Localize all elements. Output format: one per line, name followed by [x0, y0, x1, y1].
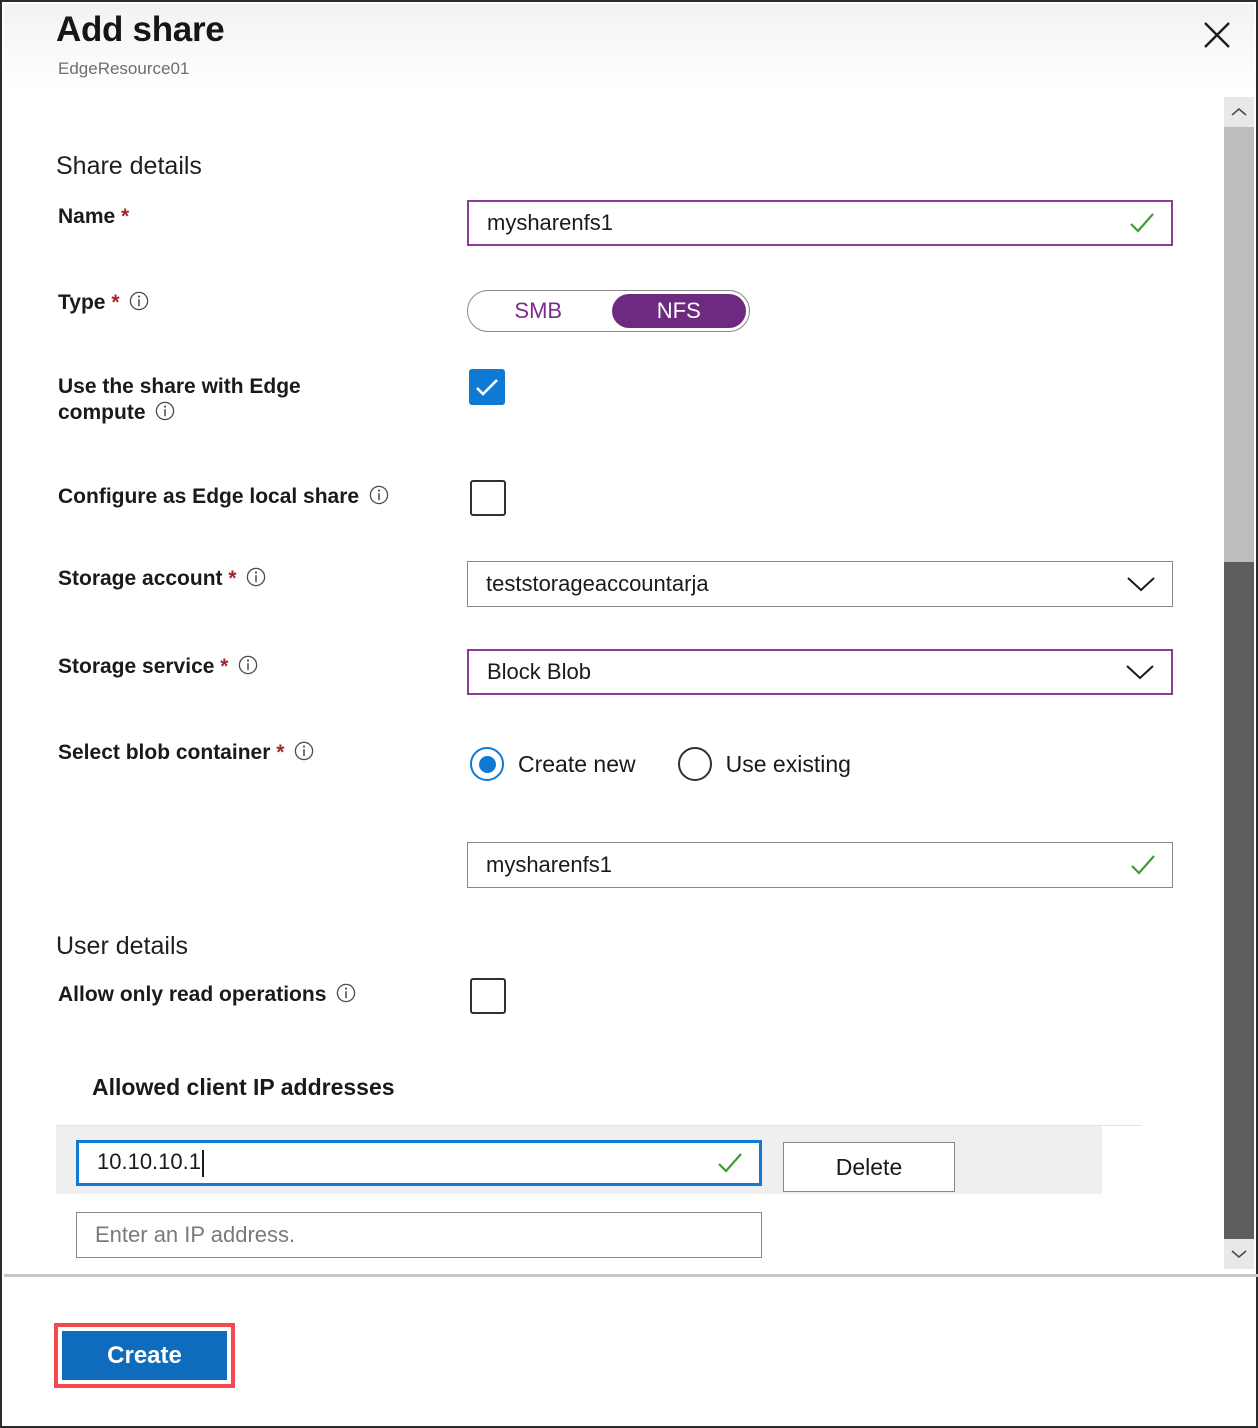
delete-ip-button[interactable]: Delete: [783, 1142, 955, 1192]
vertical-scrollbar[interactable]: [1224, 97, 1254, 1269]
radio-create-new[interactable]: [470, 747, 504, 781]
label-storage-service-text: Storage service: [58, 655, 214, 678]
chevron-down-icon: [1125, 663, 1155, 681]
label-type: Type *: [58, 290, 149, 316]
storage-account-value: teststorageaccountarja: [486, 571, 1126, 597]
label-blob-container-text: Select blob container: [58, 741, 270, 764]
storage-account-dropdown[interactable]: teststorageaccountarja: [467, 561, 1173, 607]
text-caret: [202, 1150, 204, 1177]
info-icon[interactable]: [155, 401, 175, 421]
chevron-down-icon: [1126, 575, 1156, 593]
radio-use-existing-label[interactable]: Use existing: [726, 751, 851, 778]
blob-container-name-value: mysharenfs1: [486, 852, 1130, 878]
edge-local-share-checkbox[interactable]: [470, 480, 506, 516]
type-option-nfs[interactable]: NFS: [612, 294, 747, 328]
ip-section-heading: Allowed client IP addresses: [92, 1074, 395, 1101]
label-type-text: Type: [58, 291, 105, 314]
label-storage-service: Storage service *: [58, 654, 258, 680]
ip-address-value: 10.10.10.1: [97, 1149, 717, 1177]
resource-subtitle: EdgeResource01: [58, 59, 189, 79]
label-read-only-text: Allow only read operations: [58, 983, 326, 1006]
ip-address-input[interactable]: 10.10.10.1: [76, 1140, 762, 1186]
create-button-highlight: Create: [54, 1323, 235, 1388]
share-type-toggle[interactable]: SMB NFS: [467, 290, 750, 332]
info-icon[interactable]: [246, 567, 266, 587]
scroll-up-icon[interactable]: [1224, 97, 1254, 127]
type-option-smb[interactable]: SMB: [471, 294, 606, 328]
label-name: Name *: [58, 204, 129, 230]
new-ip-address-placeholder: Enter an IP address.: [95, 1222, 751, 1248]
required-marker: *: [220, 655, 228, 678]
radio-create-new-label[interactable]: Create new: [518, 751, 636, 778]
scrollbar-thumb[interactable]: [1224, 562, 1254, 1239]
share-name-input[interactable]: mysharenfs1: [467, 200, 1173, 246]
required-marker: *: [228, 567, 236, 590]
scrollbar-track[interactable]: [1224, 127, 1254, 1239]
close-icon[interactable]: [1194, 12, 1240, 58]
label-storage-account: Storage account *: [58, 566, 266, 592]
label-storage-account-text: Storage account: [58, 567, 223, 590]
label-edge-compute-line1: Use the share with Edge: [58, 375, 301, 398]
ip-address-text: 10.10.10.1: [97, 1149, 201, 1174]
required-marker: *: [111, 291, 119, 314]
add-share-dialog: Add share EdgeResource01 Share details: [0, 0, 1258, 1428]
radio-use-existing[interactable]: [678, 747, 712, 781]
info-icon[interactable]: [294, 741, 314, 761]
required-marker: *: [121, 205, 129, 228]
section-share-details: Share details: [56, 152, 202, 181]
valid-check-icon: [717, 1152, 743, 1174]
page-title: Add share: [56, 10, 224, 50]
info-icon[interactable]: [369, 485, 389, 505]
valid-check-icon: [1130, 854, 1156, 876]
label-edge-compute-line2: compute: [58, 401, 146, 424]
label-edge-compute: Use the share with Edge compute: [58, 374, 438, 427]
scroll-down-icon[interactable]: [1224, 1239, 1254, 1269]
label-blob-container: Select blob container *: [58, 740, 314, 766]
share-name-value: mysharenfs1: [487, 210, 1129, 236]
new-ip-address-input[interactable]: Enter an IP address.: [76, 1212, 762, 1258]
dialog-header: Add share EdgeResource01: [4, 4, 1254, 92]
storage-service-dropdown[interactable]: Block Blob: [467, 649, 1173, 695]
label-edge-local-share: Configure as Edge local share: [58, 484, 389, 510]
read-only-checkbox[interactable]: [470, 978, 506, 1014]
info-icon[interactable]: [238, 655, 258, 675]
blob-container-name-input[interactable]: mysharenfs1: [467, 842, 1173, 888]
storage-service-value: Block Blob: [487, 659, 1125, 685]
label-edge-local-share-text: Configure as Edge local share: [58, 485, 359, 508]
info-icon[interactable]: [336, 983, 356, 1003]
create-button[interactable]: Create: [62, 1331, 227, 1380]
info-icon[interactable]: [129, 291, 149, 311]
footer-divider: [4, 1274, 1258, 1277]
edge-compute-checkbox[interactable]: [469, 369, 505, 405]
required-marker: *: [276, 741, 284, 764]
label-read-only: Allow only read operations: [58, 982, 356, 1008]
blob-container-mode-group: Create new Use existing: [470, 747, 893, 781]
label-name-text: Name: [58, 205, 115, 228]
form-body: Share details Name * mysharenfs1 Type *: [4, 94, 1224, 1424]
radio-dot: [479, 756, 496, 773]
valid-check-icon: [1129, 212, 1155, 234]
section-user-details: User details: [56, 932, 188, 961]
